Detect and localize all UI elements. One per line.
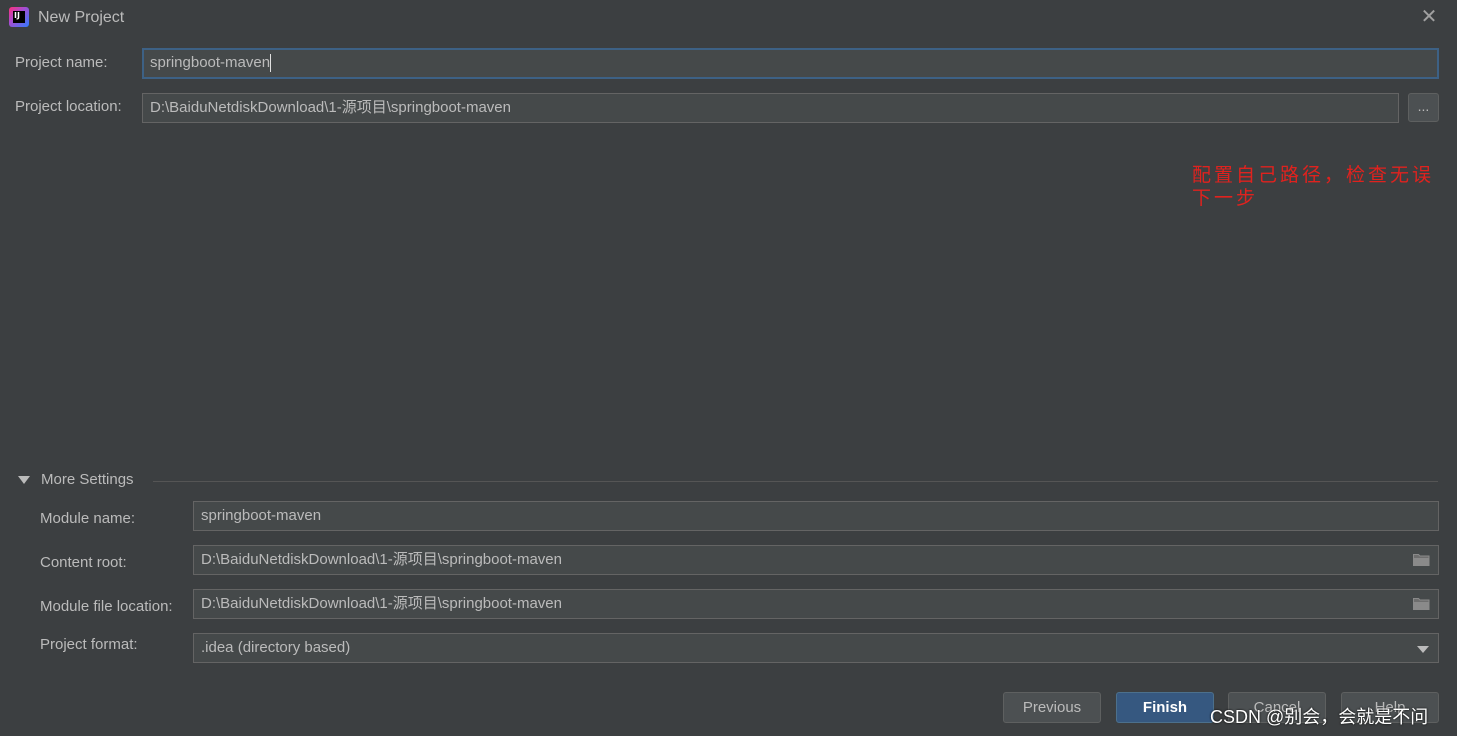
previous-button[interactable]: Previous [1003, 692, 1101, 723]
title-bar: IJ New Project ✕ [0, 0, 1457, 36]
project-format-select[interactable]: .idea (directory based) [193, 633, 1439, 663]
project-name-value: springboot-maven [150, 54, 271, 71]
annotation-line-1: 配置自己路径，检查无误 [1192, 164, 1435, 186]
module-file-location-label: Module file location: [40, 598, 173, 615]
chevron-down-icon [1417, 646, 1429, 653]
project-location-label: Project location: [15, 98, 122, 115]
project-format-label: Project format: [40, 636, 138, 653]
project-format-value: .idea (directory based) [201, 639, 351, 656]
project-location-value: D:\BaiduNetdiskDownload\1-源项目\springboot… [150, 99, 511, 116]
close-icon[interactable]: ✕ [1418, 6, 1440, 28]
new-project-dialog: IJ New Project ✕ Project name: springboo… [0, 0, 1457, 736]
dialog-title: New Project [38, 9, 125, 26]
section-divider [153, 481, 1438, 482]
csdn-watermark: CSDN @别会，会就是不问 [1210, 707, 1429, 727]
annotation-note: 配置自己路径，检查无误 下一步 [1192, 164, 1452, 210]
project-name-input[interactable]: springboot-maven [142, 48, 1439, 79]
module-name-input[interactable]: springboot-maven [193, 501, 1439, 531]
project-location-input[interactable]: D:\BaiduNetdiskDownload\1-源项目\springboot… [142, 93, 1399, 123]
annotation-line-2: 下一步 [1192, 187, 1259, 209]
module-name-value: springboot-maven [201, 507, 322, 524]
more-settings-label: More Settings [41, 471, 134, 488]
module-name-label: Module name: [40, 510, 136, 527]
folder-icon[interactable] [1413, 597, 1430, 610]
finish-button[interactable]: Finish [1116, 692, 1214, 723]
app-icon-text: IJ [13, 11, 25, 23]
collapse-triangle-icon [18, 476, 30, 484]
content-root-label: Content root: [40, 554, 127, 571]
content-root-input[interactable]: D:\BaiduNetdiskDownload\1-源项目\springboot… [193, 545, 1439, 575]
content-root-value: D:\BaiduNetdiskDownload\1-源项目\springboot… [201, 551, 562, 568]
folder-icon[interactable] [1413, 553, 1430, 566]
text-caret [270, 54, 272, 73]
browse-location-button[interactable]: ... [1408, 93, 1439, 122]
module-file-location-input[interactable]: D:\BaiduNetdiskDownload\1-源项目\springboot… [193, 589, 1439, 619]
project-name-label: Project name: [15, 54, 108, 71]
module-file-location-value: D:\BaiduNetdiskDownload\1-源项目\springboot… [201, 595, 562, 612]
intellij-app-icon: IJ [9, 7, 29, 27]
